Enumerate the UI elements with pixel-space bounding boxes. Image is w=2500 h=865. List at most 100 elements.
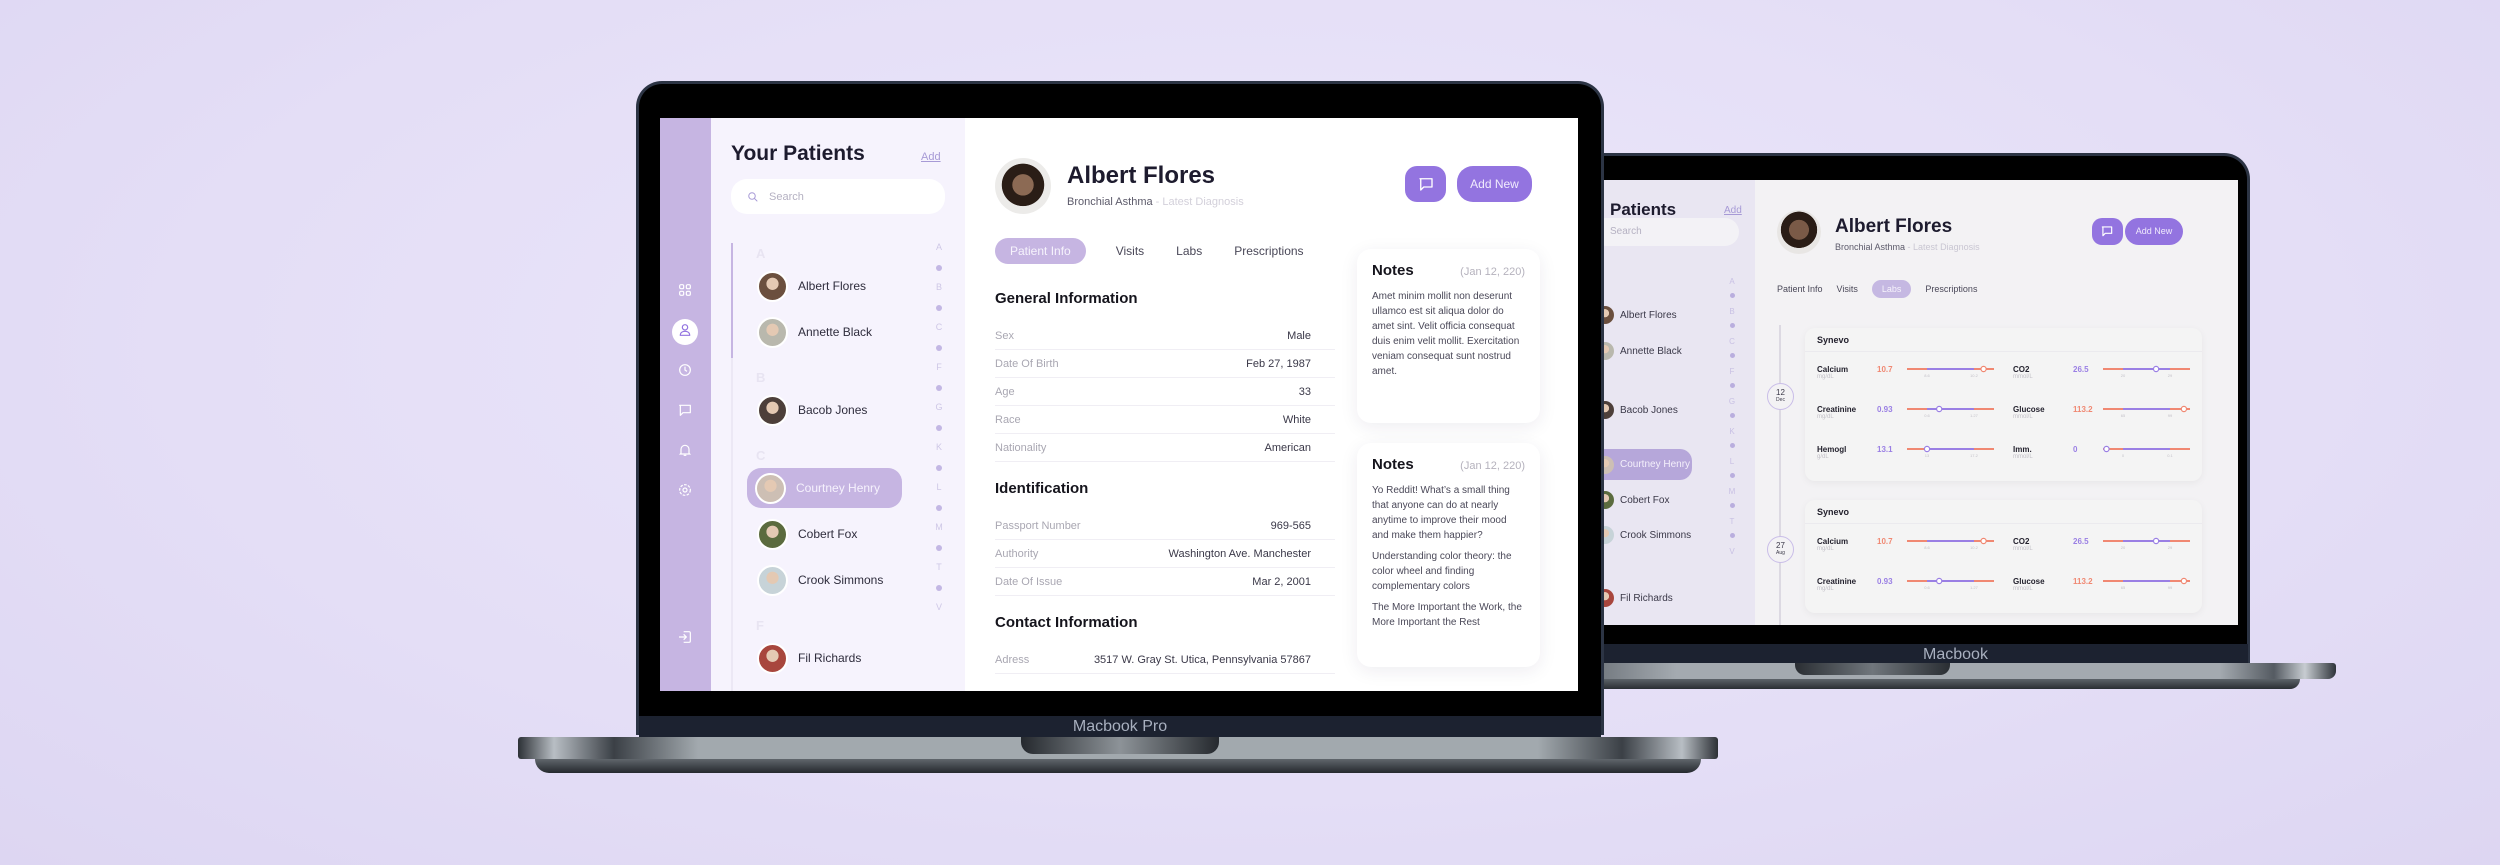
lab-test-value: 13.1 <box>1877 445 1893 454</box>
nav-user-button[interactable] <box>672 319 698 345</box>
info-label: Sex <box>995 329 1014 342</box>
diagnosis-text: Bronchial Asthma <box>1835 242 1906 252</box>
patient-item-courtney-henry[interactable]: Courtney Henry <box>747 468 902 508</box>
alphabet-index-k[interactable]: K <box>933 442 945 452</box>
patient-item-fil-richards[interactable]: Fil Richards <box>1602 589 1673 607</box>
alphabet-index-k[interactable]: K <box>1727 427 1737 436</box>
alphabet-index-c[interactable]: C <box>1727 337 1737 346</box>
notes-date: (Jan 12, 220) <box>1460 266 1525 278</box>
nav-logout-button[interactable] <box>674 628 696 650</box>
list-scrollbar-thumb[interactable] <box>731 243 733 358</box>
lab-value-marker <box>1935 405 1943 413</box>
search-icon <box>748 191 758 201</box>
alphabet-index-m[interactable]: M <box>933 522 945 532</box>
alphabet-index-c[interactable]: C <box>933 322 945 332</box>
alphabet-index-g[interactable]: G <box>1727 397 1737 406</box>
alphabet-index-l[interactable]: L <box>933 482 945 492</box>
patient-item-courtney-henry[interactable]: Courtney Henry <box>1602 449 1692 480</box>
nav-bell-button[interactable] <box>674 441 696 463</box>
range-min-label: 20 <box>2121 373 2126 378</box>
alphabet-separator-dot <box>936 345 942 351</box>
notes-title: Notes <box>1372 456 1414 473</box>
patient-item-crook-simmons[interactable]: Crook Simmons <box>1602 526 1691 544</box>
alphabet-separator-dot <box>936 465 942 471</box>
alphabet-separator-dot <box>936 265 942 271</box>
alphabet-index-v[interactable]: V <box>933 602 945 612</box>
section-title-general-information: General Information <box>995 290 1138 307</box>
alphabet-index-m[interactable]: M <box>1727 487 1737 496</box>
alphabet-index-l[interactable]: L <box>1727 457 1737 466</box>
info-value: Washington Ave. Manchester <box>1168 547 1311 560</box>
back-search-input[interactable]: Search <box>1602 218 1739 246</box>
info-label: Passport Number <box>995 519 1081 532</box>
alphabet-index-a[interactable]: A <box>1727 277 1737 286</box>
tab-prescriptions[interactable]: Prescriptions <box>1925 284 1977 294</box>
tab-visits[interactable]: Visits <box>1116 244 1144 258</box>
alphabet-index-g[interactable]: G <box>933 402 945 412</box>
message-button[interactable] <box>1405 166 1446 202</box>
patient-item-annette-black[interactable]: Annette Black <box>1602 342 1682 360</box>
nav-chat-button[interactable] <box>674 401 696 423</box>
range-min-label: 0.6 <box>1924 413 1930 418</box>
lab-value-marker <box>2180 405 2188 413</box>
patient-item-cobert-fox[interactable]: Cobert Fox <box>757 516 857 552</box>
patient-item-bacob-jones[interactable]: Bacob Jones <box>1602 401 1678 419</box>
add-patient-link[interactable]: Add <box>921 151 941 163</box>
avatar <box>757 642 788 674</box>
alphabet-index-a[interactable]: A <box>933 242 945 252</box>
alphabet-index-f[interactable]: F <box>933 362 945 372</box>
message-button[interactable] <box>2092 218 2123 245</box>
lab-range-bar: 65 99 <box>2103 577 2190 590</box>
add-new-button[interactable]: Add New <box>2125 218 2183 245</box>
back-laptop-chin: Macbook <box>1563 644 2248 665</box>
tab-labs[interactable]: Labs <box>1176 244 1202 258</box>
info-row-race: Race White <box>995 406 1335 434</box>
section-title-identification: Identification <box>995 480 1089 497</box>
alphabet-index-t[interactable]: T <box>1727 517 1737 526</box>
patient-item-annette-black[interactable]: Annette Black <box>757 314 872 350</box>
lab-date-badge: 12 Dec <box>1767 383 1794 410</box>
patient-item-albert-flores[interactable]: Albert Flores <box>1602 306 1677 324</box>
nav-dashboard-button[interactable] <box>674 281 696 303</box>
lab-range-bar: 8.6 10.2 <box>1907 365 1994 378</box>
range-max-label: 99 <box>2168 413 2173 418</box>
nav-gear-button[interactable] <box>674 481 696 503</box>
tab-patient-info[interactable]: Patient Info <box>995 238 1086 264</box>
tab-patient-info[interactable]: Patient Info <box>1777 284 1823 294</box>
nav-clock-button[interactable] <box>674 361 696 383</box>
tab-visits[interactable]: Visits <box>1837 284 1858 294</box>
range-max-label: 29 <box>2168 545 2173 550</box>
tab-prescriptions[interactable]: Prescriptions <box>1234 244 1303 258</box>
alphabet-index-v[interactable]: V <box>1727 547 1737 556</box>
gear-icon <box>677 482 693 503</box>
range-min-label: 8.6 <box>1924 545 1930 550</box>
patient-item-fil-richards[interactable]: Fil Richards <box>757 640 861 676</box>
patients-title: Your Patients <box>731 142 865 165</box>
patient-item-cobert-fox[interactable]: Cobert Fox <box>1602 491 1669 509</box>
back-patients-panel: Patients Add Search Albert Flores Annette… <box>1602 180 1755 625</box>
patient-name: Albert Flores <box>1067 162 1216 189</box>
patient-item-albert-flores[interactable]: Albert Flores <box>757 268 866 304</box>
lab-range-bar: 20 29 <box>2103 365 2190 378</box>
patient-item-crook-simmons[interactable]: Crook Simmons <box>757 562 883 598</box>
tab-labs[interactable]: Labs <box>1871 280 1912 298</box>
avatar <box>757 394 788 426</box>
lab-value-marker <box>2180 577 2188 585</box>
lab-test-value: 10.7 <box>1877 365 1893 374</box>
lab-range-bar: 20 29 <box>2103 537 2190 550</box>
range-min-label: 0.6 <box>1924 585 1930 590</box>
alphabet-index-b[interactable]: B <box>933 282 945 292</box>
alphabet-index-t[interactable]: T <box>933 562 945 572</box>
add-new-button[interactable]: Add New <box>1457 166 1532 202</box>
alphabet-index-b[interactable]: B <box>1727 307 1737 316</box>
patients-panel: Your Patients Add Search A Albert Flores A… <box>711 118 965 691</box>
range-max-label: 99 <box>2168 585 2173 590</box>
back-add-patient-link[interactable]: Add <box>1724 205 1742 216</box>
alphabet-index-f[interactable]: F <box>1727 367 1737 376</box>
search-input[interactable]: Search <box>731 179 945 214</box>
info-row-authority: Authority Washington Ave. Manchester <box>995 540 1335 568</box>
patient-item-bacob-jones[interactable]: Bacob Jones <box>757 392 867 428</box>
diagnosis-suffix: - Latest Diagnosis <box>1905 242 1980 252</box>
notes-text: The More Important the Work, the More Im… <box>1372 602 1522 628</box>
range-max-label: 0.1 <box>2167 453 2173 458</box>
